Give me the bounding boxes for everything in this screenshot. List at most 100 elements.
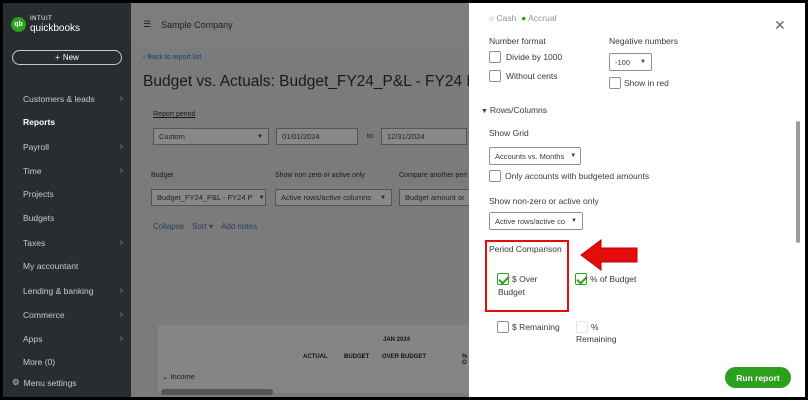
sidebar-item-budgets[interactable]: Budgets [23, 213, 123, 223]
compare-label: Compare another peri [399, 172, 468, 179]
divide-1000-label: Divide by 1000 [506, 52, 563, 62]
horizontal-scrollbar[interactable] [161, 389, 273, 395]
menu-settings-link[interactable]: ⚙ Menu settings [12, 377, 77, 388]
sidebar-item-projects[interactable]: Projects [23, 189, 123, 199]
to-label: to [367, 133, 373, 140]
qb-logo-icon: qb [11, 16, 26, 32]
pct-remaining-label-line2: Remaining [576, 334, 617, 344]
date-from-value: 01/01/2024 [282, 132, 320, 141]
budget-select[interactable]: Budget_FY24_P&L - FY24 P ▼ [151, 189, 266, 206]
sidebar-item-more-0[interactable]: More (0) [23, 357, 123, 367]
add-notes-link[interactable]: Add notes [221, 222, 257, 231]
pct-of-budget-label: % of Budget [590, 274, 637, 284]
date-from-input[interactable]: 01/01/2024 [276, 128, 358, 145]
show-grid-select[interactable]: Accounts vs. Months ▼ [489, 147, 581, 165]
col-actual: ACTUAL [303, 354, 328, 360]
close-icon[interactable]: ✕ [774, 17, 786, 34]
sidebar-item-customers-leads[interactable]: Customers & leads › [23, 93, 123, 104]
nonzero-select[interactable]: Active rows/active columns ▼ [275, 189, 392, 206]
divide-1000-checkbox[interactable] [489, 51, 501, 63]
nonzero-value: Active rows/active columns [281, 193, 372, 202]
report-period-select[interactable]: Custom ▼ [153, 128, 269, 145]
caret-down-icon: ▼ [257, 133, 263, 140]
menu-settings-label: Menu settings [23, 377, 77, 388]
brand-quickbooks: quickbooks [30, 23, 81, 34]
income-row-label: Income [170, 372, 195, 381]
number-format-heading: Number format [489, 36, 546, 46]
sidebar-item-commerce[interactable]: Commerce › [23, 309, 123, 320]
company-name: Sample Company [161, 19, 233, 30]
hamburger-menu-icon[interactable]: ☰ [143, 19, 151, 30]
sidebar-item-label: Time [23, 165, 42, 176]
pct-remaining-label-line1: % [591, 322, 599, 332]
company-header: ☰ Sample Company [143, 19, 233, 30]
table-row[interactable]: ⌄ Income [162, 372, 195, 381]
pct-of-budget-checkbox[interactable] [575, 273, 587, 285]
rows-columns-label: Rows/Columns [489, 105, 548, 115]
page-title: Budget vs. Actuals: Budget_FY24_P&L - FY… [143, 73, 471, 90]
table-period-header: JAN 2024 [383, 337, 411, 343]
remaining-label: $ Remaining [512, 322, 560, 332]
sidebar-item-label: My accountant [23, 261, 79, 271]
col-budget: BUDGET [344, 354, 370, 360]
sidebar-item-my-accountant[interactable]: My accountant [23, 261, 123, 271]
without-cents-checkbox[interactable] [489, 70, 501, 82]
sidebar-item-lending-banking[interactable]: Lending & banking › [23, 285, 123, 296]
show-grid-value: Accounts vs. Months [495, 151, 565, 161]
gear-icon: ⚙ [12, 377, 20, 387]
sidebar-item-label: Commerce [23, 309, 65, 320]
sidebar-item-label: Projects [23, 189, 54, 199]
nonzero-label: Show non zero or active only [275, 172, 365, 179]
rows-columns-toggle[interactable]: ▼ Rows/Columns [481, 105, 547, 115]
chevron-right-icon: › [119, 333, 123, 344]
sidebar-item-taxes[interactable]: Taxes › [23, 237, 123, 248]
radio-accrual-label: Accrual [528, 13, 557, 23]
new-button[interactable]: + New [12, 50, 122, 65]
show-nonzero-value: Active rows/active co [495, 216, 566, 226]
sidebar-item-apps[interactable]: Apps › [23, 333, 123, 344]
sidebar-item-label: Reports [23, 117, 56, 127]
caret-down-icon: ▼ [571, 218, 577, 224]
over-budget-label-line2: Budget [498, 287, 525, 297]
chevron-right-icon: › [119, 285, 123, 296]
sort-label: Sort [192, 222, 207, 231]
sidebar-item-label: Budgets [23, 213, 55, 223]
chevron-right-icon: › [119, 309, 123, 320]
caret-down-icon: ▼ [570, 153, 577, 159]
sidebar-item-time[interactable]: Time › [23, 165, 123, 176]
red-arrow-annotation [580, 239, 638, 271]
run-report-button[interactable]: Run report [725, 367, 791, 388]
chevron-right-icon: › [119, 141, 123, 152]
compare-select[interactable]: Budget amount or [399, 189, 471, 206]
sidebar-item-label: Payroll [23, 141, 49, 152]
show-in-red-checkbox[interactable] [609, 77, 621, 89]
chevron-right-icon: › [119, 93, 123, 104]
report-main: ☰ Sample Company ‹ Back to report list B… [131, 3, 471, 397]
show-in-red-label: Show in red [624, 78, 669, 88]
collapse-link[interactable]: Collapse [153, 222, 184, 231]
show-nonzero-select[interactable]: Active rows/active co ▼ [489, 212, 583, 230]
report-period-label: Report period [153, 111, 196, 118]
sidebar-item-label: Customers & leads [23, 93, 95, 104]
sort-link[interactable]: Sort ▾ [192, 222, 213, 231]
remaining-checkbox[interactable] [497, 321, 509, 333]
negative-numbers-value: -100 [615, 57, 631, 67]
sidebar-item-reports[interactable]: Reports [23, 117, 123, 127]
budget-label: Budget [151, 172, 174, 179]
sidebar-item-label: Lending & banking [23, 285, 94, 296]
date-to-value: 12/31/2024 [387, 132, 425, 141]
compare-value: Budget amount or [405, 193, 465, 202]
caret-down-icon: ▼ [640, 59, 646, 65]
pct-remaining-checkbox[interactable] [576, 321, 588, 333]
sidebar-item-payroll[interactable]: Payroll › [23, 141, 123, 152]
back-to-report-list-link[interactable]: ‹ Back to report list [143, 54, 201, 61]
over-budget-checkbox[interactable] [497, 273, 509, 285]
panel-scrollbar[interactable] [796, 121, 800, 243]
caret-down-icon: ▼ [258, 194, 265, 201]
quickbooks-logo[interactable]: qb INTUIT quickbooks [11, 15, 81, 34]
show-grid-heading: Show Grid [489, 128, 529, 138]
negative-numbers-select[interactable]: -100 ▼ [609, 53, 652, 71]
radio-cash[interactable]: ○ [489, 13, 497, 23]
only-budgeted-checkbox[interactable] [489, 170, 501, 182]
date-to-input[interactable]: 12/31/2024 [381, 128, 467, 145]
